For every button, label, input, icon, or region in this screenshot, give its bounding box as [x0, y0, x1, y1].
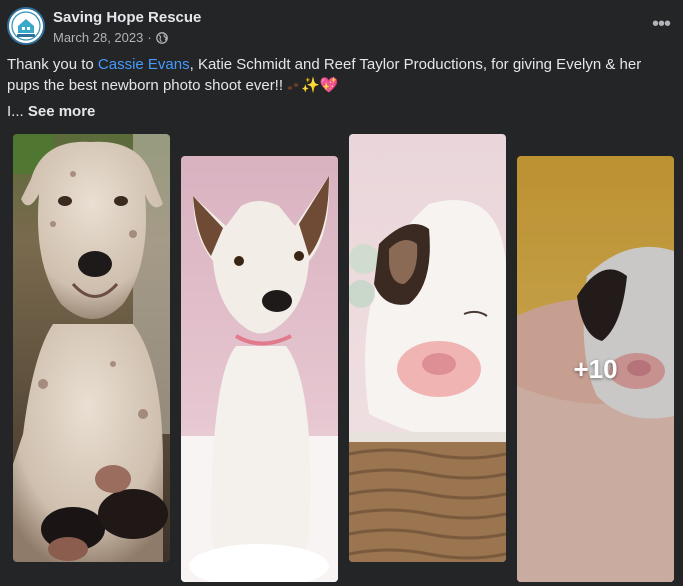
photo-3[interactable]: [349, 134, 506, 562]
more-options-button[interactable]: •••: [649, 12, 673, 36]
photo-mother-dog: [13, 134, 170, 562]
post-meta: March 28, 2023 ·: [53, 30, 168, 45]
rescue-logo-icon: [9, 9, 43, 43]
photo-1[interactable]: [13, 134, 170, 562]
more-options-icon: •••: [651, 12, 671, 35]
page-name-link[interactable]: Saving Hope Rescue: [53, 9, 201, 26]
see-more-link[interactable]: See more: [28, 103, 96, 120]
post-date[interactable]: March 28, 2023: [53, 30, 143, 45]
post-text: Thank you to Cassie Evans, Katie Schmidt…: [7, 54, 677, 96]
photo-4[interactable]: +10: [517, 156, 674, 582]
page-avatar[interactable]: [7, 7, 45, 45]
meta-separator: ·: [147, 30, 152, 45]
globe-icon[interactable]: [155, 31, 168, 44]
see-more-row: I... See more: [7, 103, 95, 120]
post-emojis: ✨💖: [301, 77, 339, 94]
post-text-before: Thank you to: [7, 56, 98, 73]
photo-white-dog: [181, 156, 338, 582]
post-header: Saving Hope Rescue March 28, 2023 · •••: [0, 0, 683, 50]
truncated-text: I...: [7, 103, 24, 120]
paw-prints-emoji-icon: [287, 83, 299, 90]
more-photos-overlay[interactable]: +10: [517, 156, 674, 582]
mention-link[interactable]: Cassie Evans: [98, 56, 190, 73]
photo-puppy-basket: [349, 134, 506, 562]
photo-2[interactable]: [181, 156, 338, 582]
